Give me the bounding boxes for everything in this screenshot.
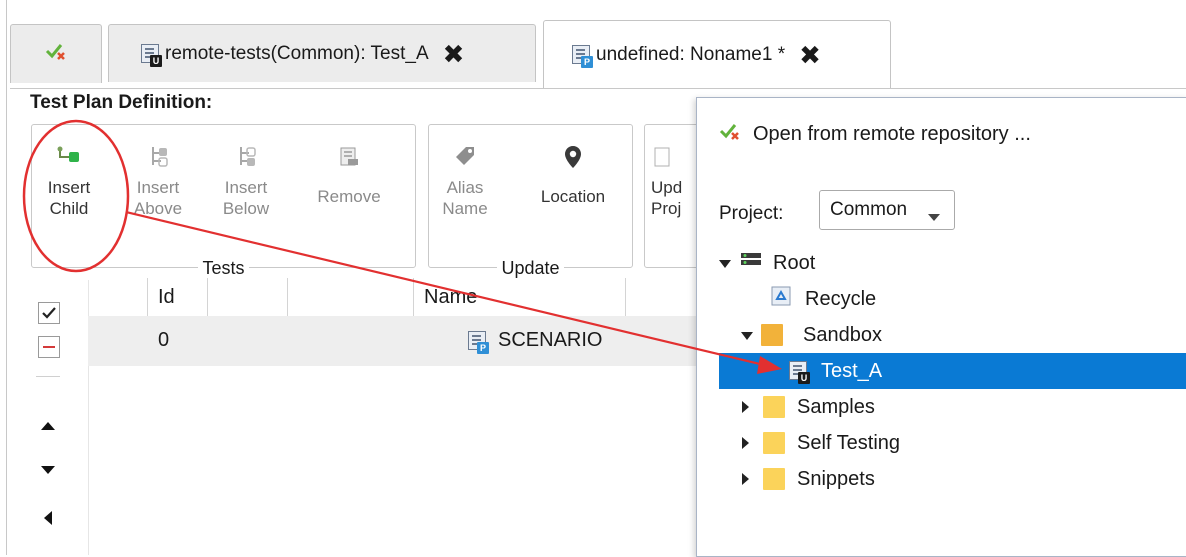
expanded-arrow-icon[interactable] bbox=[741, 324, 753, 347]
tests-group-label: Tests bbox=[32, 258, 415, 279]
location-button[interactable]: Location bbox=[525, 137, 621, 207]
tree-node-recycle-label: Recycle bbox=[805, 287, 877, 310]
move-up-icon[interactable] bbox=[38, 416, 58, 436]
column-header-name[interactable]: Name bbox=[414, 278, 626, 316]
dialog-title-text: Open from remote repository ... bbox=[753, 122, 1031, 145]
tree-node-recycle[interactable]: Recycle bbox=[771, 281, 876, 317]
update-project-icon bbox=[651, 137, 701, 177]
test-plan-p-icon: P bbox=[572, 44, 593, 68]
tree-node-test-a-label: Test_A bbox=[821, 359, 883, 382]
collapsed-arrow-icon[interactable] bbox=[741, 468, 749, 491]
insert-child-icon bbox=[38, 137, 100, 177]
insert-below-line1: Insert bbox=[224, 178, 268, 197]
grid-side-toolbar bbox=[30, 280, 88, 555]
remove-button[interactable]: Remove bbox=[304, 137, 394, 207]
project-label: Project: bbox=[719, 203, 784, 224]
ribbon-group-update: Alias Name Location Update bbox=[428, 124, 633, 278]
project-select-value: Common bbox=[830, 199, 908, 220]
remove-label: Remove bbox=[317, 187, 381, 206]
remove-icon bbox=[304, 137, 394, 177]
ribbon-group-tests: Insert Child Insert Above Insert Below R… bbox=[31, 124, 416, 278]
alias-name-line1: Alias bbox=[446, 178, 484, 197]
test-doc-u-icon: U bbox=[141, 43, 162, 67]
connect-check-icon bbox=[719, 122, 741, 146]
column-header-empty[interactable] bbox=[288, 278, 414, 316]
expanded-arrow-icon[interactable] bbox=[719, 252, 731, 275]
tree-node-snippets[interactable]: Snippets bbox=[741, 461, 875, 497]
project-select[interactable]: Common bbox=[819, 190, 955, 230]
row-id: 0 bbox=[158, 329, 170, 351]
server-icon bbox=[739, 251, 763, 275]
tag-icon bbox=[435, 137, 495, 177]
close-tab-noname1-icon[interactable]: ✖ bbox=[799, 42, 821, 68]
folder-icon bbox=[761, 324, 783, 346]
move-down-icon[interactable] bbox=[38, 460, 58, 480]
section-title: Test Plan Definition: bbox=[30, 92, 213, 113]
tree-node-snippets-label: Snippets bbox=[797, 467, 875, 490]
column-header-blank[interactable] bbox=[208, 278, 288, 316]
insert-below-line2: Below bbox=[222, 199, 270, 218]
connect-check-icon bbox=[45, 42, 67, 66]
tree-node-self-testing[interactable]: Self Testing bbox=[741, 425, 900, 461]
tab-noname1-label: undefined: Noname1 * bbox=[596, 43, 786, 65]
dialog-title: Open from remote repository ... bbox=[719, 122, 1031, 146]
tree-node-samples-label: Samples bbox=[797, 395, 875, 418]
alias-name-button[interactable]: Alias Name bbox=[435, 137, 495, 219]
close-tab-remote-tests-icon[interactable]: ✖ bbox=[443, 41, 465, 67]
location-label: Location bbox=[540, 187, 606, 206]
tab-bar: U remote-tests(Common): Test_A ✖ P undef… bbox=[10, 0, 1186, 89]
tree-node-sandbox-label: Sandbox bbox=[803, 323, 882, 346]
tree-node-samples[interactable]: Samples bbox=[741, 389, 875, 425]
tree-node-self-testing-label: Self Testing bbox=[797, 431, 901, 454]
tab-noname1[interactable]: P undefined: Noname1 * ✖ bbox=[543, 20, 891, 88]
location-pin-icon bbox=[525, 137, 621, 177]
update-project-line2: Proj bbox=[651, 199, 682, 218]
uncheck-all-icon[interactable] bbox=[38, 336, 60, 358]
collapsed-arrow-icon[interactable] bbox=[741, 432, 749, 455]
insert-child-line1: Insert bbox=[47, 178, 91, 197]
open-remote-dialog: Open from remote repository ... Project:… bbox=[696, 97, 1186, 557]
insert-child-line2: Child bbox=[49, 199, 89, 218]
tree-node-sandbox[interactable]: Sandbox bbox=[741, 317, 882, 353]
test-plan-p-icon: P bbox=[468, 330, 489, 354]
tab-remote-tests[interactable]: U remote-tests(Common): Test_A ✖ bbox=[108, 24, 536, 82]
column-header-expand[interactable] bbox=[88, 278, 148, 316]
folder-icon bbox=[763, 432, 785, 454]
collapsed-arrow-icon[interactable] bbox=[741, 396, 749, 419]
tab-remote-tests-label: remote-tests(Common): Test_A bbox=[165, 42, 429, 64]
table-row[interactable]: 0 P SCENARIO bbox=[88, 316, 708, 366]
row-name: P SCENARIO bbox=[468, 329, 603, 354]
folder-icon bbox=[763, 468, 785, 490]
chevron-down-icon bbox=[928, 206, 940, 228]
insert-above-button[interactable]: Insert Above bbox=[128, 137, 188, 219]
update-group-label: Update bbox=[429, 258, 632, 279]
tree-node-root-label: Root bbox=[773, 251, 816, 274]
tree-node-test-a[interactable]: U Test_A bbox=[789, 353, 882, 389]
update-project-button[interactable]: Upd Proj bbox=[651, 137, 701, 219]
check-all-icon[interactable] bbox=[38, 302, 60, 324]
row-name-label: SCENARIO bbox=[498, 329, 603, 351]
alias-name-line2: Name bbox=[442, 199, 488, 218]
grid-header: Id Name bbox=[88, 278, 708, 317]
side-divider bbox=[36, 376, 60, 377]
insert-above-line2: Above bbox=[133, 199, 183, 218]
tree-node-root[interactable]: Root bbox=[719, 245, 815, 281]
move-left-icon[interactable] bbox=[38, 508, 58, 528]
recycle-icon bbox=[771, 286, 791, 312]
insert-above-line1: Insert bbox=[136, 178, 180, 197]
test-doc-u-icon: U bbox=[789, 361, 810, 384]
folder-icon bbox=[763, 396, 785, 418]
column-header-id[interactable]: Id bbox=[148, 278, 208, 316]
insert-child-button[interactable]: Insert Child bbox=[38, 137, 100, 219]
window-left-border bbox=[6, 0, 7, 555]
insert-below-icon bbox=[216, 137, 276, 177]
insert-above-icon bbox=[128, 137, 188, 177]
tab-connect[interactable] bbox=[10, 24, 102, 83]
update-project-line1: Upd bbox=[651, 178, 683, 197]
insert-below-button[interactable]: Insert Below bbox=[216, 137, 276, 219]
